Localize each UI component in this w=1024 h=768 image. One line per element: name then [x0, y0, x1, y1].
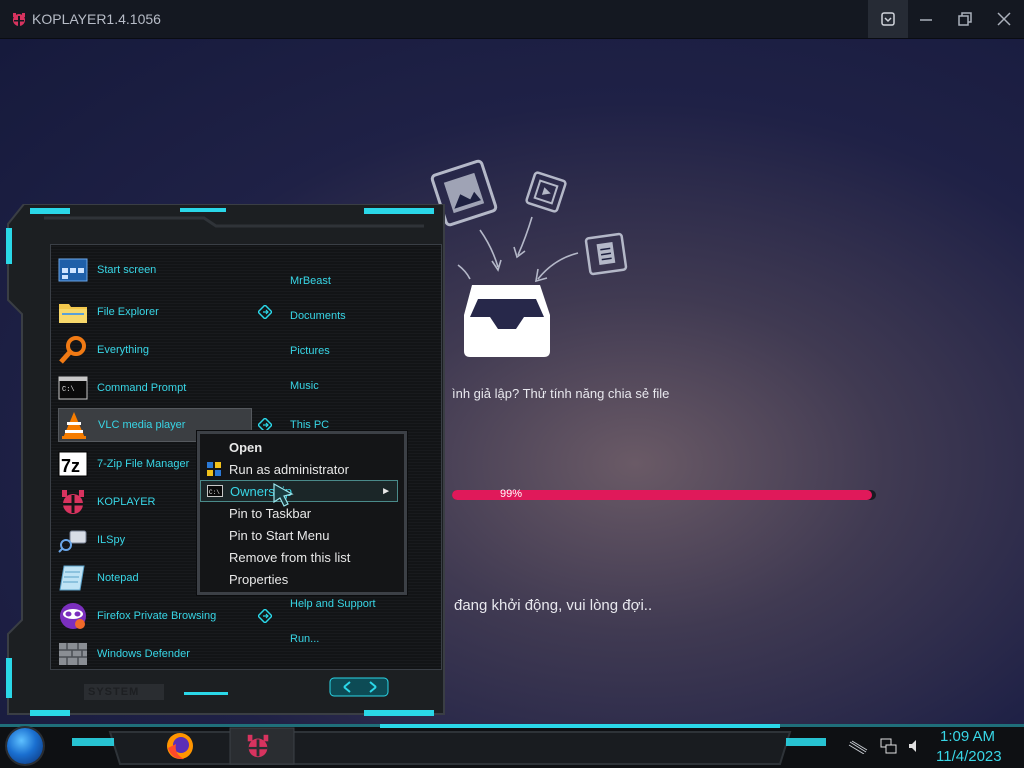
firefox-taskbar-icon[interactable]	[164, 730, 196, 762]
start-button[interactable]	[7, 728, 43, 764]
inbox-tray-icon	[464, 285, 550, 357]
app-item-start-screen[interactable]: Start screen	[58, 254, 278, 286]
app-label: ILSpy	[97, 534, 126, 546]
jumplist-arrow-icon[interactable]	[258, 418, 272, 432]
place-mrbeast[interactable]: MrBeast	[290, 275, 331, 287]
koplayer-logo-icon	[13, 13, 25, 26]
app-item-everything[interactable]: Everything	[58, 334, 278, 366]
system-label: SYSTEM	[88, 686, 140, 698]
app-label: File Explorer	[97, 306, 159, 318]
close-button[interactable]	[984, 0, 1024, 38]
context-menu: Open Run as administrator C:\ Ownership …	[197, 431, 407, 595]
boot-status-text: đang khởi động, vui lòng đợi..	[454, 597, 653, 614]
app-label: Windows Defender	[97, 648, 190, 660]
app-label: Everything	[97, 344, 149, 356]
app-label: KOPLAYER	[97, 496, 156, 508]
place-this-pc[interactable]: This PC	[290, 419, 329, 431]
terminal-icon: C:\	[58, 373, 88, 403]
app-item-windows-defender[interactable]: Windows Defender	[58, 638, 278, 670]
svg-text:C:\: C:\	[62, 386, 75, 394]
place-pictures[interactable]: Pictures	[290, 345, 330, 357]
network-tray-icon[interactable]	[880, 738, 898, 754]
app-label: Command Prompt	[97, 382, 187, 394]
file-share-illustration	[430, 159, 628, 357]
magnifier-icon	[58, 335, 88, 365]
volume-tray-icon[interactable]	[908, 739, 922, 753]
ctx-label: Open	[229, 439, 263, 455]
app-label: Firefox Private Browsing	[97, 610, 217, 622]
notepad-icon	[58, 563, 88, 593]
ctx-label: Pin to Taskbar	[229, 505, 312, 521]
ilspy-icon	[58, 525, 88, 555]
submenu-arrow-icon: ►	[381, 485, 391, 497]
progress-percent: 99%	[500, 488, 523, 500]
app-item-firefox-private[interactable]: Firefox Private Browsing	[58, 600, 278, 632]
ctx-item-pin-start[interactable]: Pin to Start Menu	[200, 524, 398, 546]
taskbar	[0, 724, 1024, 768]
ctx-item-open[interactable]: Open	[200, 436, 398, 458]
mouse-cursor-icon	[273, 482, 294, 507]
minimize-icon	[920, 19, 932, 21]
place-music[interactable]: Music	[290, 380, 319, 392]
svg-text:C:\: C:\	[209, 489, 220, 496]
taskbar-frame	[0, 724, 1024, 765]
app-item-command-prompt[interactable]: C:\ Command Prompt	[58, 372, 278, 404]
app-label: 7-Zip File Manager	[97, 458, 190, 470]
place-run[interactable]: Run...	[290, 633, 319, 645]
clock-date[interactable]: 11/4/2023	[936, 748, 1002, 765]
ctx-item-run-as-admin[interactable]: Run as administrator	[200, 458, 398, 480]
ctx-label: Remove from this list	[229, 549, 351, 565]
7zip-icon: 7z	[58, 449, 88, 479]
jumplist-arrow-icon[interactable]	[258, 305, 272, 319]
restore-button[interactable]	[945, 0, 985, 38]
share-feature-text: ình giả lập? Thử tính năng chia sẻ file	[452, 386, 670, 401]
close-icon	[997, 12, 1011, 26]
place-documents[interactable]: Documents	[290, 310, 346, 322]
folder-icon	[58, 297, 88, 327]
ctx-label: Pin to Start Menu	[229, 527, 330, 543]
jumplist-arrow-icon[interactable]	[258, 609, 272, 623]
shield-icon	[203, 458, 225, 480]
ctx-item-remove[interactable]: Remove from this list	[200, 546, 398, 568]
vlc-cone-icon	[59, 410, 89, 440]
keyboard-tray-icon[interactable]	[848, 740, 868, 754]
firefox-private-icon	[58, 601, 88, 631]
start-screen-icon	[58, 255, 88, 285]
ctx-label: Properties	[229, 571, 289, 587]
ctx-item-pin-taskbar[interactable]: Pin to Taskbar	[200, 502, 398, 524]
title-bar: KOPLAYER1.4.1056	[0, 0, 1024, 39]
video-file-icon	[525, 171, 567, 213]
app-label: VLC media player	[98, 419, 186, 431]
defender-wall-icon	[58, 639, 88, 669]
app-label: Start screen	[97, 264, 157, 276]
ctx-item-properties[interactable]: Properties	[200, 568, 398, 590]
minimize-button[interactable]	[906, 0, 946, 38]
ctx-item-ownership[interactable]: C:\ Ownership ►	[200, 480, 398, 502]
app-item-file-explorer[interactable]: File Explorer	[58, 296, 278, 328]
download-button[interactable]	[868, 0, 908, 38]
koplayer-icon	[58, 487, 88, 517]
svg-text:7z: 7z	[61, 456, 80, 476]
ctx-label: Run as administrator	[229, 461, 349, 477]
place-help-support[interactable]: Help and Support	[290, 598, 376, 610]
koplayer-taskbar-icon[interactable]	[244, 732, 272, 760]
download-box-icon	[881, 12, 895, 26]
document-file-icon	[584, 232, 628, 276]
window-title: KOPLAYER1.4.1056	[32, 11, 161, 27]
app-label: Notepad	[97, 572, 139, 584]
restore-icon	[958, 12, 972, 26]
terminal-icon: C:\	[204, 480, 226, 502]
clock-time[interactable]: 1:09 AM	[940, 728, 995, 745]
